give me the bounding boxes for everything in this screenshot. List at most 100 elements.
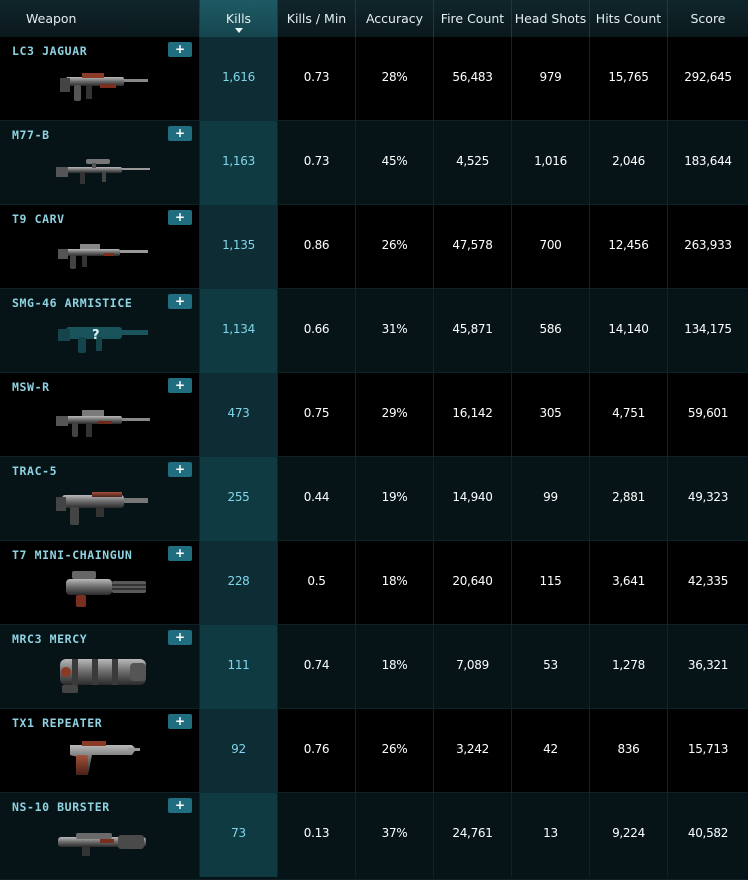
table-row: SMG-46 ARMISTICE +? 1,134 0.66 31% 45,871 586 1… — [0, 289, 748, 373]
header-kills-per-min[interactable]: Kills / Min — [278, 0, 356, 37]
header-kills[interactable]: Kills — [200, 0, 278, 37]
rifle-icon — [60, 73, 148, 101]
weapon-name: MRC3 MERCY — [12, 632, 88, 646]
hits-count-cell: 9,224 — [590, 793, 668, 877]
accuracy-cell: 26% — [356, 709, 434, 793]
header-score[interactable]: Score — [668, 0, 748, 37]
accuracy-cell: 19% — [356, 457, 434, 541]
add-weapon-button[interactable]: + — [168, 42, 192, 57]
kills-cell: 1,163 — [200, 121, 278, 205]
accuracy-cell: 45% — [356, 121, 434, 205]
table-row: MRC3 MERCY +111 0.74 18% 7,089 53 1,278 36,321 — [0, 625, 748, 709]
head-shots-cell: 42 — [512, 709, 590, 793]
fire-count-cell: 3,242 — [434, 709, 512, 793]
head-shots-cell: 979 — [512, 37, 590, 121]
add-weapon-button[interactable]: + — [168, 294, 192, 309]
table-row: TX1 REPEATER +92 0.76 26% 3,242 42 836 15,713 — [0, 709, 748, 793]
add-weapon-button[interactable]: + — [168, 378, 192, 393]
weapon-cell: SMG-46 ARMISTICE +? — [0, 289, 200, 373]
fire-count-cell: 47,578 — [434, 205, 512, 289]
kills-cell: 1,134 — [200, 289, 278, 373]
kills-per-min-cell: 0.66 — [278, 289, 356, 373]
add-weapon-button[interactable]: + — [168, 546, 192, 561]
head-shots-cell: 53 — [512, 625, 590, 709]
score-cell: 183,644 — [684, 154, 732, 168]
weapon-name: TX1 REPEATER — [12, 716, 103, 730]
header-accuracy[interactable]: Accuracy — [356, 0, 434, 37]
header-hits-count[interactable]: Hits Count — [590, 0, 668, 37]
kills-per-min-cell: 0.75 — [278, 373, 356, 457]
fire-count-cell: 16,142 — [434, 373, 512, 457]
weapon-name: NS-10 BURSTER — [12, 800, 110, 814]
kills-cell: 92 — [200, 709, 278, 793]
table-row: M77-B +1,163 0.73 45% 4,525 1,016 2,046 183,644 — [0, 121, 748, 205]
score-cell: 42,335 — [687, 574, 729, 588]
score-cell: 40,582 — [687, 826, 729, 840]
header-weapon[interactable]: Weapon — [0, 0, 200, 37]
kills-cell: 1,616 — [200, 37, 278, 121]
unknown-weapon-icon: ? — [58, 327, 148, 353]
score-cell: 59,601 — [687, 406, 729, 420]
header-fire-count[interactable]: Fire Count — [434, 0, 512, 37]
hits-count-cell: 15,765 — [590, 37, 668, 121]
table-header: Weapon Kills Kills / Min Accuracy Fire C… — [0, 0, 748, 38]
hits-count-cell: 2,881 — [590, 457, 668, 541]
score-cell: 36,321 — [687, 658, 729, 672]
weapon-name: M77-B — [12, 128, 50, 142]
fire-count-cell: 7,089 — [434, 625, 512, 709]
add-weapon-button[interactable]: + — [168, 798, 192, 813]
kills-per-min-cell: 0.86 — [278, 205, 356, 289]
head-shots-cell: 99 — [512, 457, 590, 541]
header-head-shots[interactable]: Head Shots — [512, 0, 590, 37]
weapon-cell: NS-10 BURSTER + — [0, 793, 200, 877]
fire-count-cell: 45,871 — [434, 289, 512, 373]
score-cell: 15,713 — [687, 742, 729, 756]
fire-count-cell: 56,483 — [434, 37, 512, 121]
add-weapon-button[interactable]: + — [168, 210, 192, 225]
kills-per-min-cell: 0.5 — [278, 541, 356, 625]
kills-per-min-cell: 0.13 — [278, 793, 356, 877]
fire-count-cell: 20,640 — [434, 541, 512, 625]
kills-per-min-cell: 0.44 — [278, 457, 356, 541]
kills-cell: 228 — [200, 541, 278, 625]
kills-cell: 73 — [200, 793, 278, 877]
score-cell: 292,645 — [684, 70, 732, 84]
chaingun-icon — [66, 571, 146, 607]
weapon-cell: T9 CARV + — [0, 205, 200, 289]
head-shots-cell: 305 — [512, 373, 590, 457]
weapon-stats-table: Weapon Kills Kills / Min Accuracy Fire C… — [0, 0, 748, 880]
table-row: MSW-R +473 0.75 29% 16,142 305 4,751 59,601 — [0, 373, 748, 457]
hits-count-cell: 2,046 — [590, 121, 668, 205]
table-row: LC3 JAGUAR +1,616 0.73 28% 56,483 979 15,765 29… — [0, 37, 748, 121]
head-shots-cell: 115 — [512, 541, 590, 625]
kills-cell: 111 — [200, 625, 278, 709]
hits-count-cell: 1,278 — [590, 625, 668, 709]
add-weapon-button[interactable]: + — [168, 126, 192, 141]
score-cell: 263,933 — [684, 238, 732, 252]
heavy-rifle-icon — [56, 492, 148, 525]
add-weapon-button[interactable]: + — [168, 714, 192, 729]
hits-count-cell: 12,456 — [590, 205, 668, 289]
weapon-cell: T7 MINI-CHAINGUN + — [0, 541, 200, 625]
kills-cell: 1,135 — [200, 205, 278, 289]
kills-per-min-cell: 0.74 — [278, 625, 356, 709]
sniper-rifle-icon — [56, 159, 150, 184]
weapon-cell: TRAC-5 + — [0, 457, 200, 541]
fire-count-cell: 4,525 — [434, 121, 512, 205]
weapon-cell: TX1 REPEATER + — [0, 709, 200, 793]
kills-per-min-cell: 0.73 — [278, 121, 356, 205]
weapon-name: TRAC-5 — [12, 464, 58, 478]
accuracy-cell: 18% — [356, 625, 434, 709]
accuracy-cell: 37% — [356, 793, 434, 877]
add-weapon-button[interactable]: + — [168, 462, 192, 477]
add-weapon-button[interactable]: + — [168, 630, 192, 645]
score-cell: 134,175 — [684, 322, 732, 336]
header-kills-label: Kills — [225, 11, 252, 26]
kills-cell: 473 — [200, 373, 278, 457]
weapon-name: T7 MINI-CHAINGUN — [12, 548, 133, 562]
hits-count-cell: 4,751 — [590, 373, 668, 457]
hits-count-cell: 3,641 — [590, 541, 668, 625]
table-row: NS-10 BURSTER +73 0.13 37% 24,761 13 9,224 40,5… — [0, 793, 748, 880]
weapon-name: SMG-46 ARMISTICE — [12, 296, 133, 310]
accuracy-cell: 26% — [356, 205, 434, 289]
